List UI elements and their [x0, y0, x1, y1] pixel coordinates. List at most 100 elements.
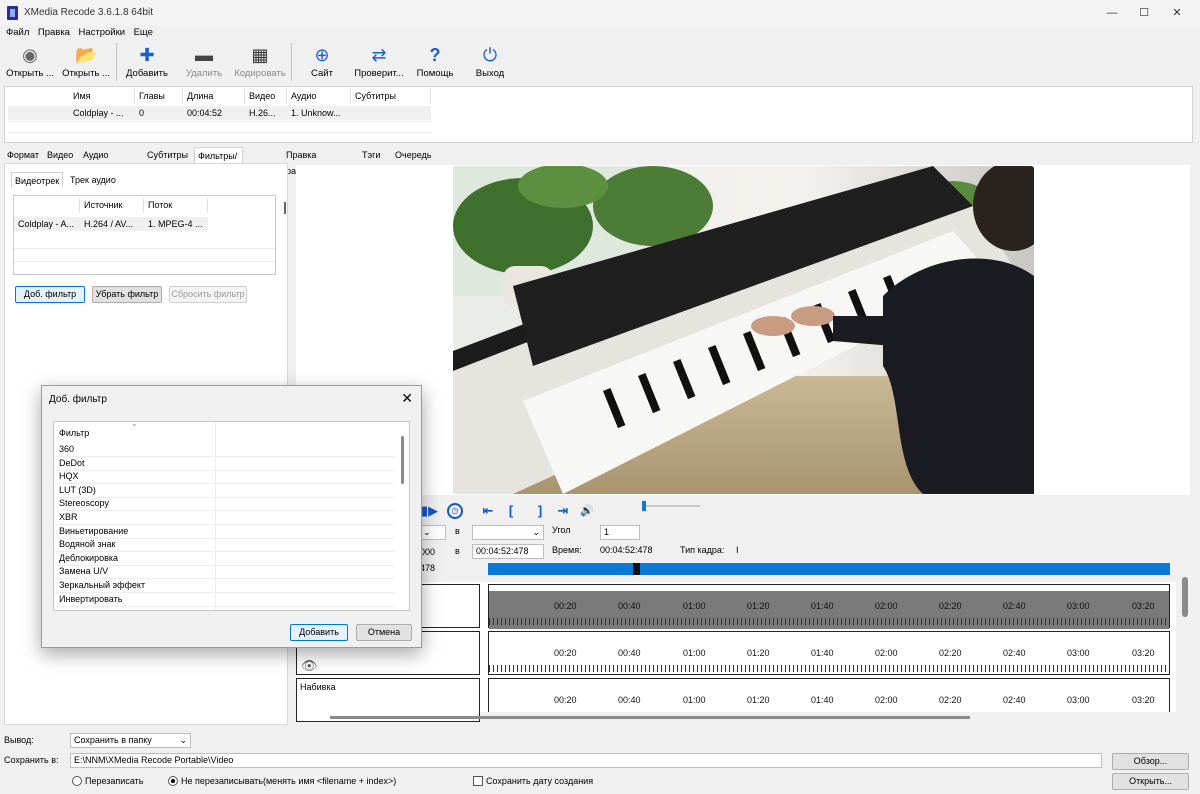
minimize-button[interactable]: —: [1103, 4, 1121, 22]
timeline-tick-label: 00:20: [554, 601, 577, 611]
remove-button[interactable]: ▬ Удалить: [180, 40, 228, 83]
volume-slider-thumb[interactable]: [642, 501, 646, 511]
table-cell-name[interactable]: Coldplay - ...: [69, 106, 135, 120]
tab-audio-track[interactable]: Аудио трек 1: [80, 147, 111, 192]
angle-stepper[interactable]: 1: [600, 525, 640, 540]
volume-slider[interactable]: [642, 505, 700, 507]
dialog-close-icon[interactable]: ✕: [401, 390, 413, 407]
seek-bar-thumb[interactable]: [633, 563, 640, 575]
eye-icon[interactable]: 👁: [301, 658, 318, 674]
add-button[interactable]: ✚ Добавить: [122, 40, 172, 83]
help-button[interactable]: ? Помощь: [412, 40, 458, 83]
no-overwrite-radio[interactable]: [168, 776, 178, 786]
close-button[interactable]: ✕: [1168, 4, 1186, 22]
clock-icon[interactable]: ◷: [447, 503, 463, 519]
check-updates-button[interactable]: ⇄ Проверит...: [350, 40, 408, 83]
list-item[interactable]: HQX: [59, 471, 79, 481]
timeline-track-1[interactable]: 00:20 00:40 01:00 01:20 01:40 02:00 02:20 02:40…: [488, 584, 1170, 629]
timeline-tick-label: 02:40: [1003, 648, 1026, 658]
panel-splitter[interactable]: [284, 202, 286, 214]
menu-file[interactable]: Файл: [3, 26, 32, 40]
seek-bar[interactable]: [488, 563, 1170, 575]
mark-out-icon[interactable]: ]: [532, 503, 548, 519]
column-header-chapters[interactable]: Главы: [135, 89, 183, 104]
stream-column-source[interactable]: Источник: [80, 198, 144, 213]
timeline-horizontal-scrollbar[interactable]: [330, 716, 970, 719]
tab-subtitles[interactable]: Субтитры: [144, 147, 191, 163]
menu-more[interactable]: Еще: [131, 26, 156, 40]
list-item[interactable]: Инвертировать: [59, 594, 122, 604]
filter-list-scrollbar[interactable]: [401, 436, 404, 484]
list-item[interactable]: Stereoscopy: [59, 498, 109, 508]
tab-format[interactable]: Формат: [4, 147, 42, 163]
remove-filter-button[interactable]: Убрать фильтр: [92, 286, 162, 303]
column-header-length[interactable]: Длина: [183, 89, 245, 104]
list-item[interactable]: Деблокировка: [59, 553, 118, 563]
list-item[interactable]: DeDot: [59, 458, 85, 468]
start-frame-select[interactable]: ⌄: [420, 525, 446, 540]
open-folder-button[interactable]: Открыть...: [1112, 773, 1189, 790]
output-select[interactable]: Сохранить в папку ⌄: [70, 733, 191, 748]
stream-table[interactable]: Источник Поток Coldplay - A... H.264 / A…: [13, 195, 276, 275]
list-item[interactable]: Водяной знак: [59, 539, 115, 549]
list-item[interactable]: 360: [59, 444, 74, 454]
table-cell-chapters[interactable]: 0: [135, 106, 183, 120]
go-to-end-icon[interactable]: ⇥: [555, 503, 571, 519]
website-button[interactable]: ⊕ Сайт: [300, 40, 344, 83]
timeline-track-2[interactable]: 00:20 00:40 01:00 01:20 01:40 02:00 02:20 02:40…: [488, 631, 1170, 675]
timeline-track-3[interactable]: 00:20 00:40 01:00 01:20 01:40 02:00 02:20 02:40…: [488, 678, 1170, 712]
tab-queue[interactable]: Очередь: [392, 147, 434, 163]
column-header-audio[interactable]: Аудио: [287, 89, 351, 104]
filter-list[interactable]: ⌄ Фильтр 360 DeDot HQX LUT (3D) Stereoscopy X…: [53, 421, 410, 611]
play-pause-icon[interactable]: ▮▶: [421, 503, 438, 519]
tab-chapter-edit[interactable]: Правка раздела: [283, 147, 323, 176]
table-cell-length[interactable]: 00:04:52: [183, 106, 245, 120]
stream-cell-stream[interactable]: 1. MPEG-4 ...: [144, 217, 208, 231]
tab-audio-track-sub[interactable]: Трек аудио: [67, 172, 119, 188]
column-header-subtitles[interactable]: Субтитры: [351, 89, 431, 104]
filter-column-header[interactable]: Фильтр: [59, 428, 89, 438]
volume-icon[interactable]: 🔊: [579, 503, 595, 519]
table-cell-video[interactable]: H.26...: [245, 106, 287, 120]
column-header-video[interactable]: Видео: [245, 89, 287, 104]
file-list[interactable]: Имя Главы Длина Видео Аудио Субтитры Col…: [4, 86, 1193, 143]
dialog-cancel-button[interactable]: Отмена: [356, 624, 412, 641]
list-item[interactable]: Замена U/V: [59, 566, 108, 576]
stream-column-stream[interactable]: Поток: [144, 198, 208, 213]
mark-in-icon[interactable]: [: [503, 503, 519, 519]
list-item[interactable]: Зеркальный эффект: [59, 580, 145, 590]
go-to-start-icon[interactable]: ⇤: [480, 503, 496, 519]
encode-button[interactable]: ▦ Кодировать: [232, 40, 288, 83]
column-header-name[interactable]: Имя: [69, 89, 135, 104]
menu-settings[interactable]: Настройки: [75, 26, 128, 40]
stream-cell-name[interactable]: Coldplay - A...: [14, 217, 80, 231]
tab-tags[interactable]: Тэги: [359, 147, 383, 163]
dialog-add-button[interactable]: Добавить: [290, 624, 348, 641]
overwrite-radio[interactable]: [72, 776, 82, 786]
stream-column-header[interactable]: [14, 198, 80, 213]
add-filter-button[interactable]: Доб. фильтр: [15, 286, 85, 303]
end-time-field[interactable]: 00:04:52:478: [472, 544, 544, 559]
table-cell-audio[interactable]: 1. Unknow...: [287, 106, 351, 120]
menu-edit[interactable]: Правка: [35, 26, 73, 40]
stream-cell-source[interactable]: H.264 / AV...: [80, 217, 144, 231]
exit-button[interactable]: ⏻ Выход: [468, 40, 512, 83]
open-file-button[interactable]: 📂 Открыть ...: [59, 40, 113, 83]
maximize-button[interactable]: ☐: [1135, 4, 1153, 22]
list-item[interactable]: LUT (3D): [59, 485, 96, 495]
grid-line: [8, 132, 431, 133]
list-item[interactable]: XBR: [59, 512, 78, 522]
table-cell-subtitles[interactable]: [351, 106, 431, 120]
tab-video-track[interactable]: Видеотрек: [11, 172, 64, 188]
save-path-field[interactable]: E:\NNM\XMedia Recode Portable\Video: [70, 753, 1102, 768]
table-row-select[interactable]: [8, 106, 69, 120]
tab-filters-preview[interactable]: Фильтры/Просмотр: [194, 147, 244, 177]
tab-video[interactable]: Видео: [44, 147, 76, 163]
timeline-vertical-scrollbar[interactable]: [1182, 577, 1188, 617]
browse-button[interactable]: Обзор...: [1112, 753, 1189, 770]
reset-filter-button[interactable]: Сбросить фильтр: [169, 286, 247, 303]
end-frame-select[interactable]: ⌄: [472, 525, 544, 540]
keep-date-checkbox[interactable]: [473, 776, 483, 786]
list-item[interactable]: Виньетирование: [59, 526, 128, 536]
open-disc-button[interactable]: ◉ Открыть ...: [3, 40, 57, 83]
